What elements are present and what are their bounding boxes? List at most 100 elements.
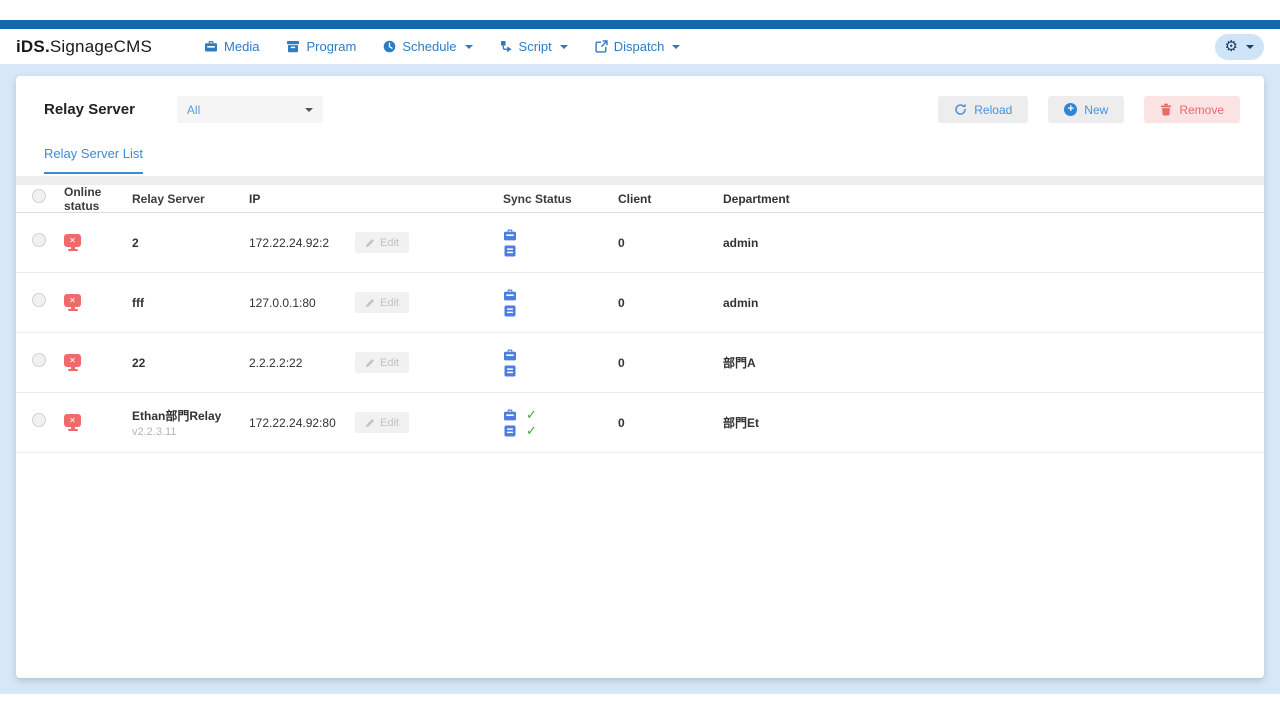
edit-button[interactable]: Edit [355,292,409,313]
program-sync-icon [503,245,517,257]
media-sync-icon [503,349,517,361]
relay-server-name: 22 [132,356,249,370]
sync-status-cell: ✓ ✓ [503,288,618,318]
top-accent-bar [0,20,1280,29]
pencil-icon [365,298,375,308]
dispatch-icon [595,40,608,53]
edit-label: Edit [380,297,399,309]
relay-server-ip: 2.2.2.2:22 [249,356,355,370]
nav-item-label: Program [306,39,356,54]
page-background: Relay Server All Reload + New Remove Rel… [0,64,1280,694]
brand-rest-text: SignageCMS [50,37,152,56]
remove-label: Remove [1179,103,1224,117]
relay-server-filter-select[interactable]: All [177,96,323,123]
client-count: 0 [618,416,723,430]
column-ip: IP [249,192,355,206]
edit-button[interactable]: Edit [355,352,409,373]
nav-item-script[interactable]: Script [500,39,568,54]
relay-server-ip: 172.22.24.92:2 [249,236,355,250]
reload-button[interactable]: Reload [938,96,1028,123]
edit-button[interactable]: Edit [355,412,409,433]
department-name: admin [723,296,1264,310]
column-sync-status: Sync Status [503,192,618,206]
program-sync-icon [503,425,517,437]
relay-server-version: v2.2.3.11 [132,426,249,438]
edit-button[interactable]: Edit [355,232,409,253]
filter-selected-value: All [187,103,200,117]
program-sync-icon [503,365,517,377]
offline-status-icon: ✕ [64,234,81,247]
panel-toolbar: Relay Server All Reload + New Remove [16,76,1264,123]
nav-item-label: Media [224,39,259,54]
reload-label: Reload [974,103,1012,117]
row-select-radio[interactable] [32,293,46,307]
settings-button[interactable]: ⚙ [1215,34,1264,60]
pencil-icon [365,418,375,428]
plus-circle-icon: + [1064,103,1077,116]
pencil-icon [365,358,375,368]
offline-status-icon: ✕ [64,414,81,427]
media-sync-icon [503,409,517,421]
column-online-status: Online status [62,185,132,213]
edit-label: Edit [380,237,399,249]
relay-server-ip: 172.22.24.92:80 [249,416,355,430]
department-name: 部門A [723,354,1264,371]
column-department: Department [723,192,1264,206]
tab-relay-server-list[interactable]: Relay Server List [44,146,143,174]
remove-button[interactable]: Remove [1144,96,1240,123]
nav-item-schedule[interactable]: Schedule [383,39,472,54]
table-row: ✕ 2 172.22.24.92:2 Edit ✓ ✓ 0 admin [16,213,1264,273]
pencil-icon [365,238,375,248]
offline-status-icon: ✕ [64,354,81,367]
media-icon [204,40,218,53]
client-count: 0 [618,296,723,310]
new-label: New [1084,103,1108,117]
nav-item-label: Script [519,39,552,54]
nav-item-dispatch[interactable]: Dispatch [595,39,681,54]
department-name: 部門Et [723,414,1264,431]
nav-item-media[interactable]: Media [204,39,259,54]
app-header: iDS.SignageCMS Media Program Schedule Scrip… [0,29,1280,64]
chevron-down-icon [560,45,568,49]
relay-server-name: Ethan部門Relay [132,407,249,424]
row-select-radio[interactable] [32,413,46,427]
select-all-radio[interactable] [32,189,46,203]
script-icon [500,40,513,53]
department-name: admin [723,236,1264,250]
table-header: Online status Relay Server IP Sync Statu… [16,185,1264,213]
relay-server-ip: 127.0.0.1:80 [249,296,355,310]
offline-status-icon: ✕ [64,294,81,307]
edit-label: Edit [380,417,399,429]
program-icon [286,40,300,53]
chevron-down-icon [1246,45,1254,49]
schedule-icon [383,40,396,53]
gear-icon: ⚙ [1225,39,1238,54]
relay-server-name: fff [132,296,249,310]
new-button[interactable]: + New [1048,96,1124,123]
table-row: ✕ Ethan部門Relay v2.2.3.11 172.22.24.92:80… [16,393,1264,453]
chevron-down-icon [305,108,313,112]
chevron-down-icon [672,45,680,49]
sync-status-cell: ✓ ✓ [503,348,618,378]
relay-server-name: 2 [132,236,249,250]
row-select-radio[interactable] [32,233,46,247]
nav-item-label: Dispatch [614,39,665,54]
sync-status-cell: ✓ ✓ [503,228,618,258]
nav-item-label: Schedule [402,39,456,54]
row-select-radio[interactable] [32,353,46,367]
client-count: 0 [618,236,723,250]
sync-ok-check-icon: ✓ [526,408,537,421]
column-client: Client [618,192,723,206]
nav-item-program[interactable]: Program [286,39,356,54]
client-count: 0 [618,356,723,370]
media-sync-icon [503,229,517,241]
tab-bar: Relay Server List [16,123,1264,174]
column-relay-server: Relay Server [132,192,249,206]
brand-bold-text: iDS. [16,37,50,56]
chevron-down-icon [465,45,473,49]
brand-logo[interactable]: iDS.SignageCMS [16,37,152,57]
refresh-icon [954,103,967,116]
trash-icon [1160,103,1172,116]
program-sync-icon [503,305,517,317]
table-top-divider [16,176,1264,185]
